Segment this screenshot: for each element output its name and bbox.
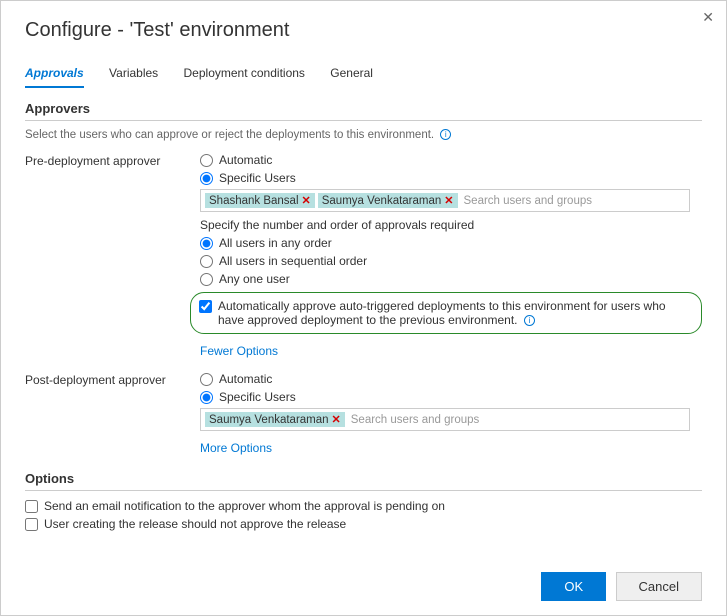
option-email-notification[interactable]: Send an email notification to the approv… [25, 499, 702, 513]
remove-icon[interactable]: ✕ [444, 194, 453, 207]
post-user-chip-0[interactable]: Saumya Venkataraman ✕ [205, 412, 345, 427]
pre-radio-automatic-input[interactable] [200, 154, 213, 167]
pre-order-sequential[interactable]: All users in sequential order [200, 254, 702, 268]
pre-order-any-one-input[interactable] [200, 273, 213, 286]
pre-order-sequential-label: All users in sequential order [219, 254, 367, 268]
info-icon[interactable]: i [524, 315, 535, 326]
pre-order-any-order[interactable]: All users in any order [200, 236, 702, 250]
dialog-footer: OK Cancel [535, 572, 702, 601]
cancel-button[interactable]: Cancel [616, 572, 702, 601]
post-radio-specific-input[interactable] [200, 391, 213, 404]
pre-user-chip-1-name: Saumya Venkataraman [322, 195, 442, 207]
tab-variables[interactable]: Variables [109, 60, 158, 86]
pre-users-placeholder: Search users and groups [464, 195, 593, 207]
auto-approve-highlight: Automatically approve auto-triggered dep… [190, 292, 702, 334]
pre-radio-specific-label: Specific Users [219, 171, 296, 185]
post-radio-automatic[interactable]: Automatic [200, 372, 702, 386]
options-heading: Options [25, 471, 702, 491]
approvers-hint-text: Select the users who can approve or reje… [25, 129, 434, 141]
pre-radio-specific[interactable]: Specific Users [200, 171, 702, 185]
pre-user-chip-0[interactable]: Shashank Bansal ✕ [205, 193, 315, 208]
pre-order-any-order-input[interactable] [200, 237, 213, 250]
post-radio-specific[interactable]: Specific Users [200, 390, 702, 404]
post-radio-automatic-label: Automatic [219, 372, 272, 386]
pre-order-hint: Specify the number and order of approval… [200, 218, 702, 232]
info-icon[interactable]: i [440, 129, 451, 140]
pre-radio-automatic[interactable]: Automatic [200, 153, 702, 167]
tab-general[interactable]: General [330, 60, 373, 86]
pre-order-any-one-label: Any one user [219, 272, 290, 286]
post-radio-automatic-input[interactable] [200, 373, 213, 386]
post-radio-specific-label: Specific Users [219, 390, 296, 404]
remove-icon[interactable]: ✕ [302, 194, 311, 207]
tab-bar: Approvals Variables Deployment condition… [25, 60, 702, 89]
pre-order-any-one[interactable]: Any one user [200, 272, 702, 286]
auto-approve-check-input[interactable] [199, 300, 212, 313]
tab-deployment-conditions[interactable]: Deployment conditions [184, 60, 305, 86]
remove-icon[interactable]: ✕ [332, 413, 341, 426]
option-email-notification-input[interactable] [25, 500, 38, 513]
option-creator-no-approve-label: User creating the release should not app… [44, 517, 346, 531]
post-users-input[interactable]: Saumya Venkataraman ✕ Search users and g… [200, 408, 690, 431]
approvers-hint: Select the users who can approve or reje… [25, 129, 702, 141]
more-options-link[interactable]: More Options [200, 441, 272, 455]
auto-approve-label: Automatically approve auto-triggered dep… [218, 299, 666, 327]
pre-deployment-label: Pre-deployment approver [25, 153, 200, 368]
pre-radio-automatic-label: Automatic [219, 153, 272, 167]
close-icon[interactable]: ✕ [702, 9, 714, 26]
option-email-notification-label: Send an email notification to the approv… [44, 499, 445, 513]
option-creator-no-approve[interactable]: User creating the release should not app… [25, 517, 702, 531]
dialog-title: Configure - 'Test' environment [25, 19, 702, 42]
pre-order-sequential-input[interactable] [200, 255, 213, 268]
auto-approve-text: Automatically approve auto-triggered dep… [218, 299, 693, 327]
tab-approvals[interactable]: Approvals [25, 60, 84, 88]
pre-order-any-order-label: All users in any order [219, 236, 332, 250]
pre-user-chip-0-name: Shashank Bansal [209, 195, 299, 207]
pre-users-input[interactable]: Shashank Bansal ✕ Saumya Venkataraman ✕ … [200, 189, 690, 212]
auto-approve-check[interactable]: Automatically approve auto-triggered dep… [199, 299, 693, 327]
approvers-heading: Approvers [25, 101, 702, 121]
post-user-chip-0-name: Saumya Venkataraman [209, 414, 329, 426]
pre-user-chip-1[interactable]: Saumya Venkataraman ✕ [318, 193, 458, 208]
fewer-options-link[interactable]: Fewer Options [200, 344, 278, 358]
post-deployment-label: Post-deployment approver [25, 372, 200, 465]
ok-button[interactable]: OK [541, 572, 606, 601]
pre-radio-specific-input[interactable] [200, 172, 213, 185]
post-users-placeholder: Search users and groups [351, 414, 480, 426]
option-creator-no-approve-input[interactable] [25, 518, 38, 531]
